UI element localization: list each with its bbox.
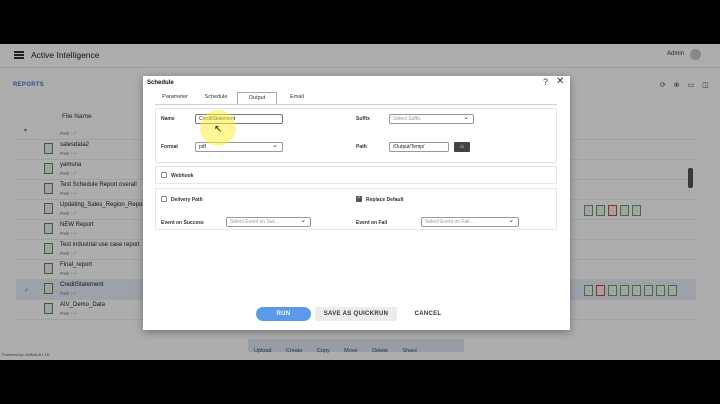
cancel-button[interactable]: CANCEL — [405, 307, 451, 321]
format-label: Format — [161, 144, 178, 150]
event-fail-label: Event on Fail — [356, 220, 388, 226]
app-window: Active Intelligence Admin REPORTS ⟳ ⊕ ▭ … — [0, 44, 720, 360]
event-fail-select[interactable]: Select Event on Fail... ⌄ — [421, 217, 519, 227]
home-icon[interactable]: ⌂ — [454, 142, 470, 152]
event-success-placeholder: Select Event on Suc... — [230, 219, 280, 225]
tab-parameter[interactable]: Parameter — [155, 92, 195, 104]
format-value: pdf — [199, 144, 206, 150]
dialog-title: Schedule — [147, 80, 174, 86]
save-as-quickrun-button[interactable]: SAVE AS QUICKRUN — [315, 307, 397, 321]
suffix-label: Suffix — [356, 116, 370, 122]
webhook-label: Webhook — [171, 173, 194, 179]
webhook-section: Webhook — [155, 166, 557, 184]
close-icon[interactable]: ✕ — [556, 76, 564, 87]
chevron-down-icon: ⌄ — [508, 217, 514, 224]
suffix-select[interactable]: Select Suffix ⌄ — [389, 114, 474, 124]
name-label: Name — [161, 116, 175, 122]
replace-default-checkbox[interactable] — [356, 195, 362, 202]
tab-schedule[interactable]: Schedule — [197, 92, 235, 104]
tab-divider — [155, 104, 557, 105]
delivery-path-label: Delivery Path — [171, 197, 203, 203]
chevron-down-icon: ⌄ — [272, 142, 278, 149]
run-button[interactable]: RUN — [256, 307, 311, 321]
event-fail-placeholder: Select Event on Fail... — [425, 219, 474, 225]
suffix-placeholder: Select Suffix — [393, 116, 421, 122]
event-success-select[interactable]: Select Event on Suc... ⌄ — [226, 217, 311, 227]
tab-output[interactable]: Output — [237, 92, 277, 104]
path-label: Path — [356, 144, 367, 150]
delivery-section: Delivery Path Replace Default Event on S… — [155, 188, 557, 230]
help-icon[interactable]: ? — [543, 77, 548, 87]
chevron-down-icon: ⌄ — [463, 114, 469, 121]
webhook-checkbox[interactable] — [161, 172, 167, 178]
mouse-pointer-icon: ↖ — [214, 124, 223, 135]
chevron-down-icon: ⌄ — [300, 217, 306, 224]
path-field[interactable]: /Output/Temp/ — [389, 142, 449, 152]
tab-email[interactable]: Email — [279, 92, 315, 104]
replace-default-label: Replace Default — [366, 197, 404, 203]
event-success-label: Event on Success — [161, 220, 204, 226]
delivery-path-checkbox[interactable] — [161, 196, 167, 202]
